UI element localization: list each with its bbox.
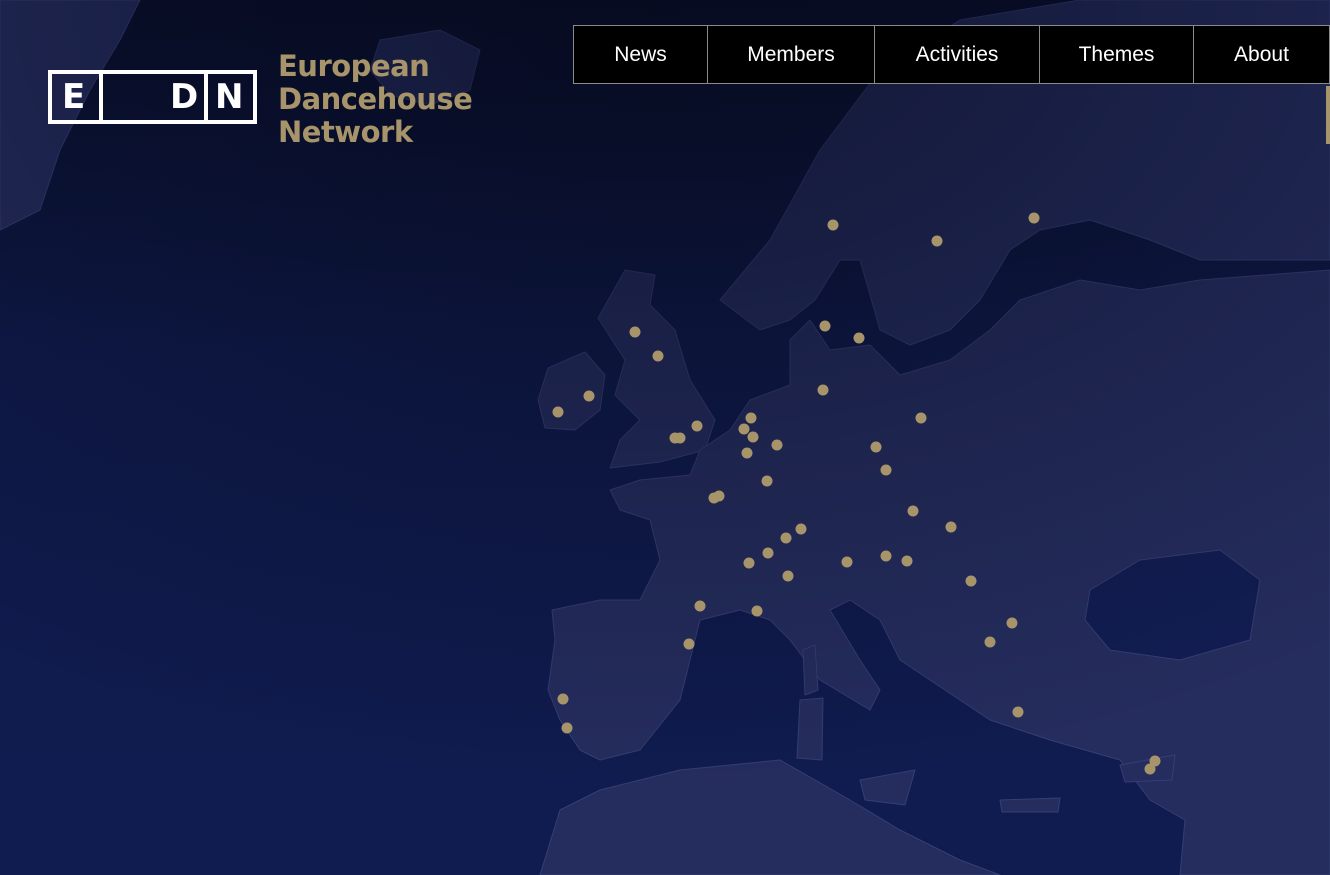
member-marker[interactable] xyxy=(762,547,774,559)
member-marker[interactable] xyxy=(683,638,695,650)
nav-members[interactable]: Members xyxy=(707,26,874,83)
nav-themes[interactable]: Themes xyxy=(1039,26,1193,83)
member-marker[interactable] xyxy=(1149,755,1161,767)
logo-line-network: Network xyxy=(278,115,413,149)
member-marker[interactable] xyxy=(795,523,807,535)
member-marker[interactable] xyxy=(652,350,664,362)
member-marker[interactable] xyxy=(817,384,829,396)
member-marker[interactable] xyxy=(841,556,853,568)
nav-about[interactable]: About xyxy=(1193,26,1329,83)
member-marker[interactable] xyxy=(984,636,996,648)
member-marker[interactable] xyxy=(691,420,703,432)
logo-divider xyxy=(204,74,208,120)
member-marker[interactable] xyxy=(870,441,882,453)
member-marker[interactable] xyxy=(880,464,892,476)
member-marker[interactable] xyxy=(853,332,865,344)
member-marker[interactable] xyxy=(965,575,977,587)
member-marker[interactable] xyxy=(901,555,913,567)
edn-logo-mark: E D N xyxy=(48,70,257,124)
nav-activities[interactable]: Activities xyxy=(874,26,1039,83)
member-marker[interactable] xyxy=(561,722,573,734)
member-marker[interactable] xyxy=(1028,212,1040,224)
member-marker[interactable] xyxy=(1006,617,1018,629)
member-marker[interactable] xyxy=(827,219,839,231)
member-marker[interactable] xyxy=(1012,706,1024,718)
member-marker[interactable] xyxy=(694,600,706,612)
member-marker[interactable] xyxy=(915,412,927,424)
member-marker[interactable] xyxy=(552,406,564,418)
member-marker[interactable] xyxy=(907,505,919,517)
member-marker[interactable] xyxy=(583,390,595,402)
logo-line-dancehouse: Dancehouse xyxy=(278,82,473,116)
main-nav: News Members Activities Themes About xyxy=(573,25,1330,84)
member-marker[interactable] xyxy=(782,570,794,582)
member-marker[interactable] xyxy=(629,326,641,338)
member-marker[interactable] xyxy=(880,550,892,562)
edn-logo[interactable]: E D N European Dancehouse Network xyxy=(48,49,473,149)
member-marker[interactable] xyxy=(674,432,686,444)
member-marker[interactable] xyxy=(780,532,792,544)
nav-news[interactable]: News xyxy=(574,26,707,83)
member-marker[interactable] xyxy=(745,412,757,424)
logo-letter-n: N xyxy=(215,77,244,117)
member-marker[interactable] xyxy=(557,693,569,705)
edn-logo-wordmark: European Dancehouse Network xyxy=(278,49,473,149)
member-marker[interactable] xyxy=(738,423,750,435)
member-marker[interactable] xyxy=(747,431,759,443)
member-marker[interactable] xyxy=(945,521,957,533)
member-marker[interactable] xyxy=(819,320,831,332)
logo-divider xyxy=(99,74,103,120)
logo-letter-e: E xyxy=(62,77,86,117)
member-marker[interactable] xyxy=(751,605,763,617)
member-marker[interactable] xyxy=(713,490,725,502)
member-marker[interactable] xyxy=(931,235,943,247)
logo-line-european: European xyxy=(278,49,430,83)
member-marker[interactable] xyxy=(743,557,755,569)
member-marker[interactable] xyxy=(761,475,773,487)
logo-letter-d: D xyxy=(170,77,199,117)
member-marker[interactable] xyxy=(771,439,783,451)
member-marker[interactable] xyxy=(741,447,753,459)
scroll-indicator[interactable] xyxy=(1326,86,1330,144)
